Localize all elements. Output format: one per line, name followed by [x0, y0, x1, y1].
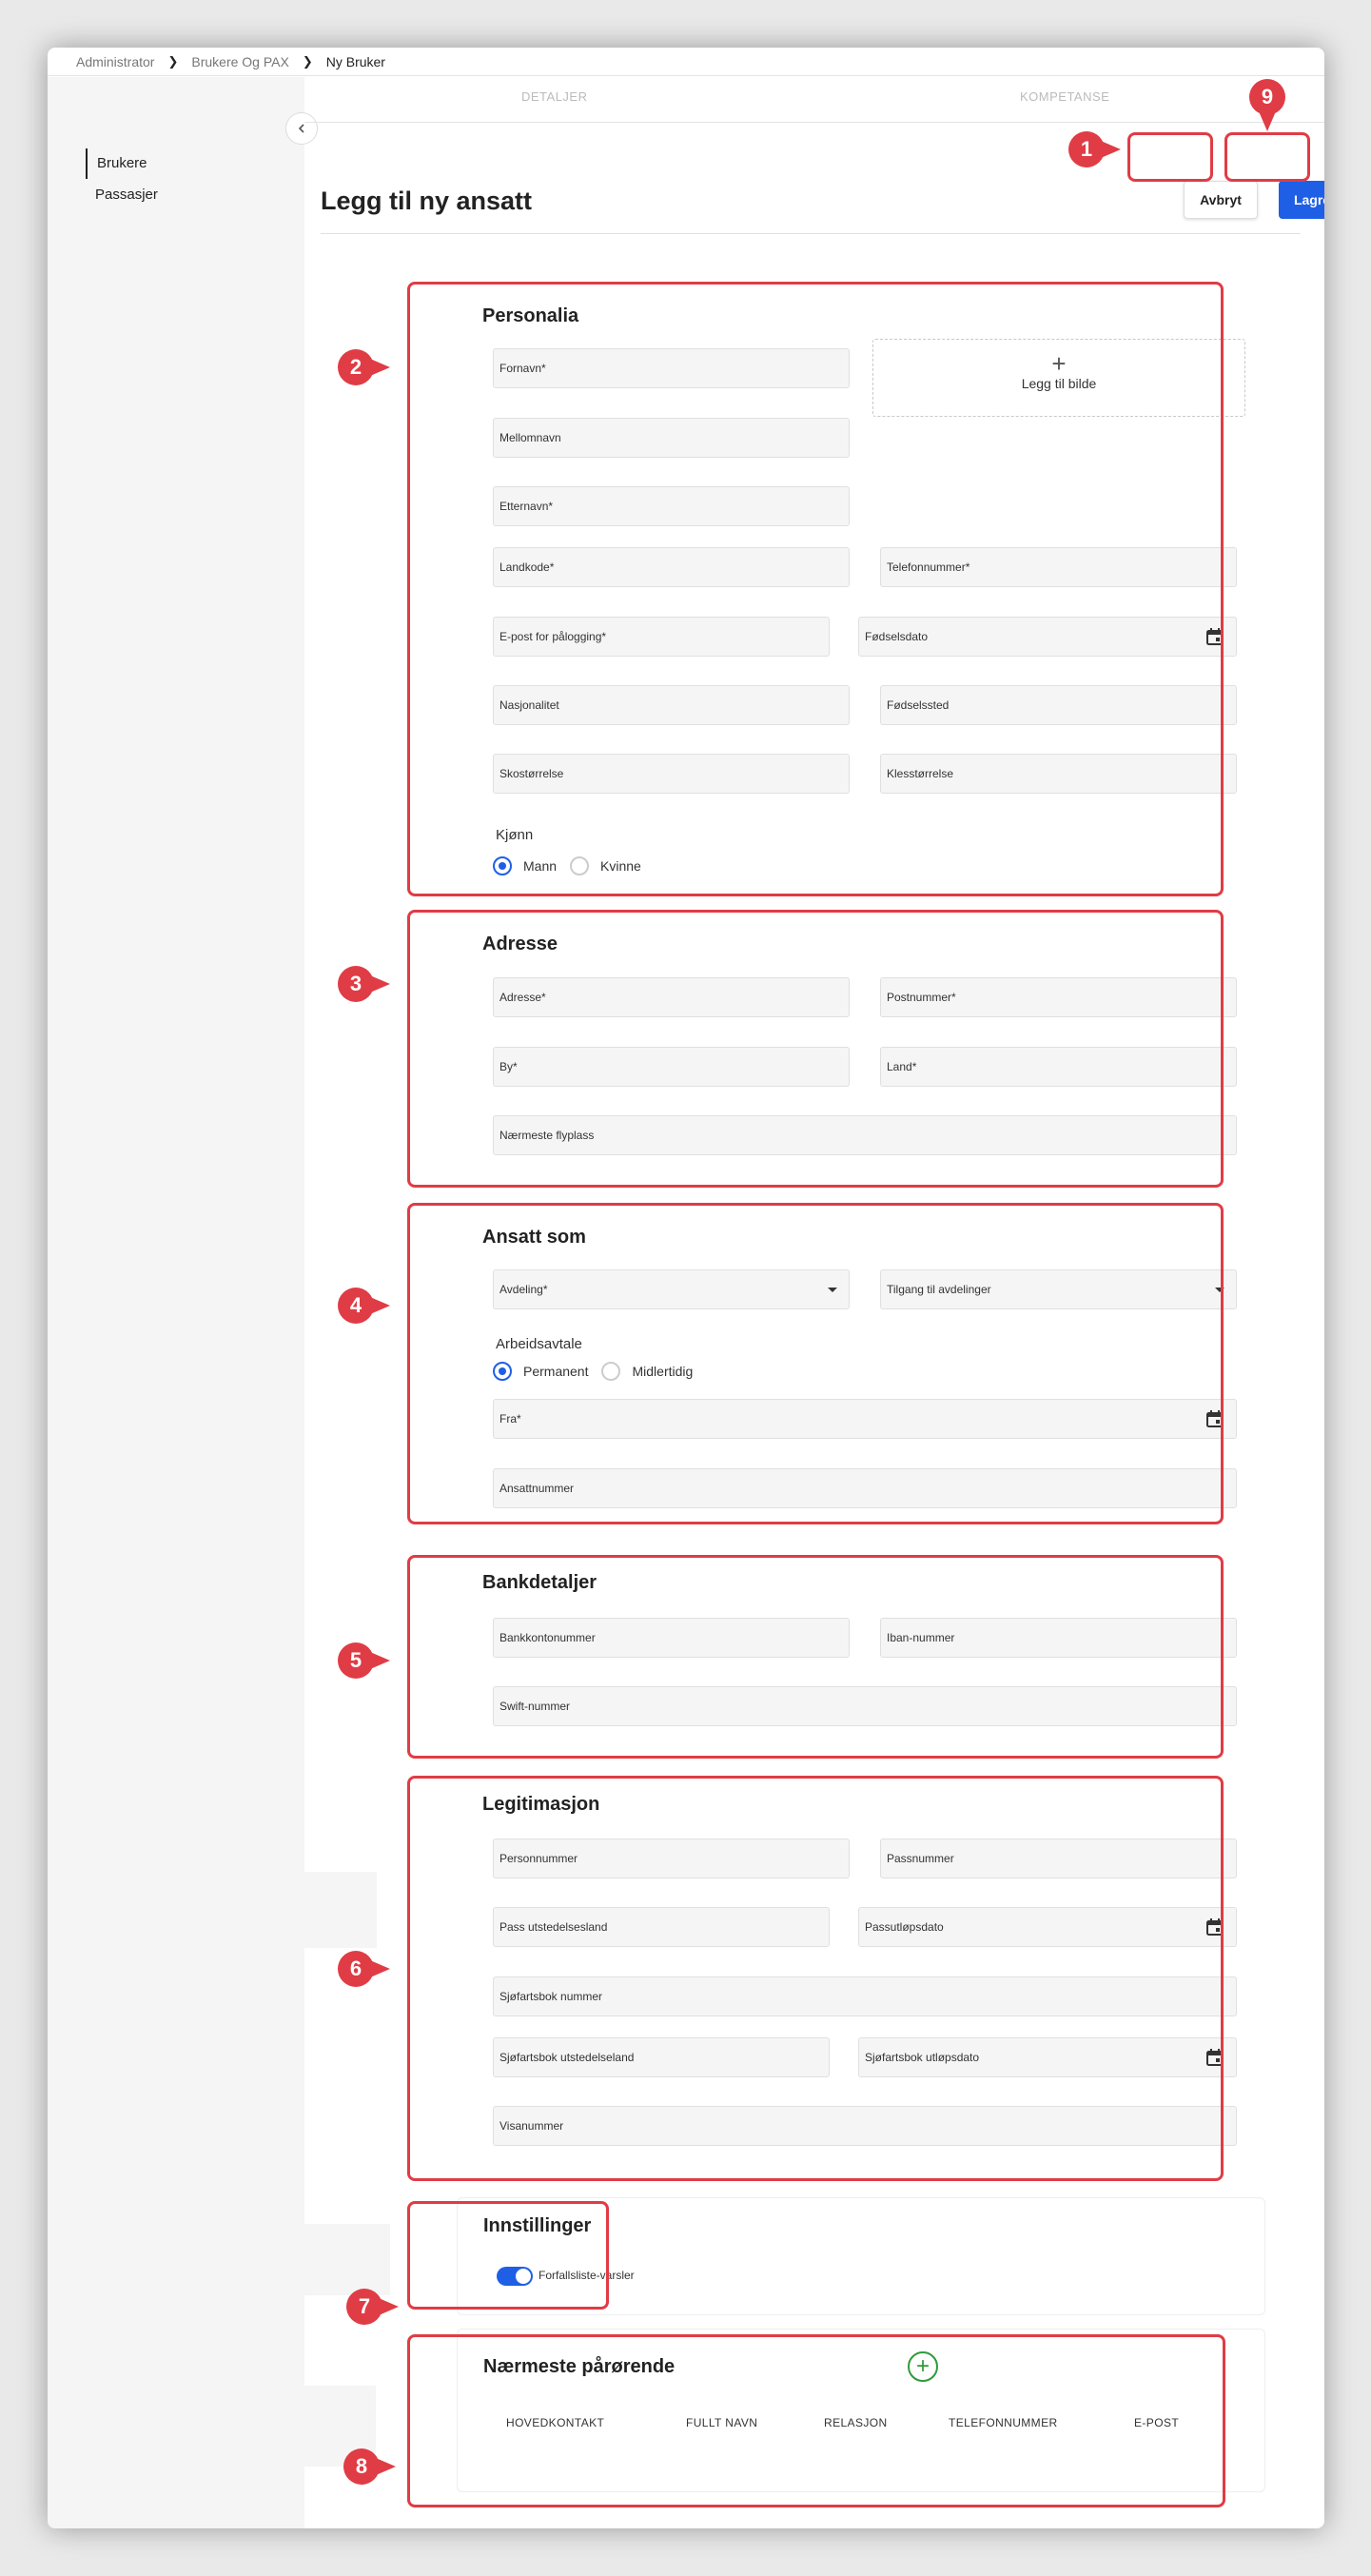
marker-number: 6 [349, 1957, 362, 1980]
breadcrumb-current: Ny Bruker [325, 53, 385, 69]
sidebar-item-brukere[interactable]: Brukere [86, 148, 147, 179]
divider [321, 233, 1301, 234]
sidebar: Brukere Passasjer [48, 77, 304, 2528]
sidebar-item-passasjer[interactable]: Passasjer [86, 180, 158, 210]
marker-9: 9 [1248, 78, 1286, 133]
highlight-box [407, 2201, 609, 2310]
breadcrumb-item[interactable]: Administrator [76, 54, 154, 69]
marker-1: 1 [1067, 130, 1125, 168]
chevron-right-icon: ❯ [167, 53, 179, 69]
marker-8: 8 [343, 2448, 400, 2486]
breadcrumb: Administrator ❯ Brukere Og PAX ❯ Ny Bruk… [48, 48, 1324, 76]
highlight-box [1224, 132, 1310, 182]
marker-number: 7 [358, 2294, 371, 2318]
marker-6: 6 [337, 1950, 394, 1988]
marker-4: 4 [337, 1287, 394, 1325]
marker-number: 2 [349, 355, 362, 379]
marker-number: 8 [355, 2454, 368, 2478]
highlight-box [407, 2334, 1225, 2507]
highlight-box [407, 1776, 1224, 2181]
tab-bar: DETALJER KOMPETANSE [304, 77, 1324, 123]
marker-number: 9 [1261, 85, 1274, 108]
tab-detaljer[interactable]: DETALJER [521, 77, 588, 123]
marker-number: 4 [349, 1293, 362, 1317]
cancel-button[interactable]: Avbryt [1184, 181, 1258, 219]
marker-2: 2 [337, 348, 394, 386]
marker-5: 5 [337, 1642, 394, 1680]
save-button[interactable]: Lagre [1279, 181, 1324, 219]
marker-number: 1 [1080, 137, 1093, 161]
marker-number: 3 [349, 972, 362, 995]
breadcrumb-item[interactable]: Brukere Og PAX [191, 54, 288, 69]
app-window: Administrator ❯ Brukere Og PAX ❯ Ny Bruk… [48, 48, 1324, 2528]
chevron-right-icon: ❯ [302, 53, 313, 69]
highlight-box [407, 282, 1224, 896]
highlight-box [407, 910, 1224, 1188]
highlight-box [407, 1555, 1224, 1759]
page-title: Legg til ny ansatt [321, 187, 533, 215]
highlight-box [407, 1203, 1224, 1524]
marker-number: 5 [349, 1648, 362, 1672]
tab-kompetanse[interactable]: KOMPETANSE [1020, 77, 1109, 123]
marker-7: 7 [345, 2288, 402, 2326]
marker-3: 3 [337, 965, 394, 1003]
highlight-box [1127, 132, 1213, 182]
